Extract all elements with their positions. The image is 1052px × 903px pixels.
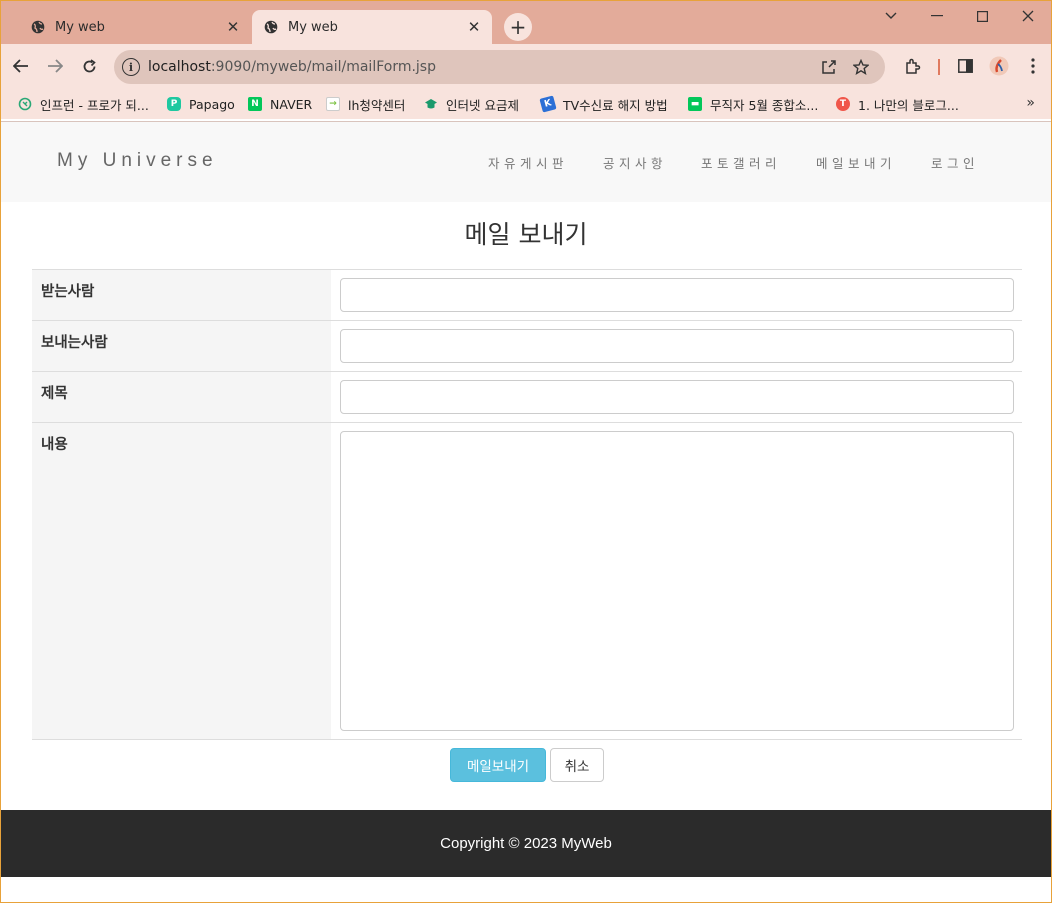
globe-icon (31, 20, 45, 34)
nav-login[interactable]: 로그인 (931, 153, 979, 172)
form-row-content: 내용 (32, 422, 1022, 739)
forward-arrow-icon[interactable] (44, 55, 66, 77)
bookmark-label: 인프런 - 프로가 되... (40, 97, 149, 113)
site-brand[interactable]: My Universe (57, 150, 218, 172)
bookmark-label: 무직자 5월 종합소... (710, 97, 819, 113)
form-row-subject: 제목 (32, 371, 1022, 422)
subject-input[interactable] (340, 380, 1014, 414)
bookmarks-overflow-button[interactable]: » (1026, 95, 1035, 111)
kbs-favicon-icon: K (539, 95, 557, 113)
site-navbar: My Universe 자유게시판 공지사항 포토갤러리 메일보내기 로그인 (1, 122, 1051, 202)
nav-notice[interactable]: 공지사항 (603, 153, 667, 172)
bookmark-label: lh청약센터 (348, 97, 406, 113)
globe-icon (264, 20, 278, 34)
url-text: localhost:9090/myweb/mail/mailForm.jsp (148, 59, 436, 75)
nav-send-mail[interactable]: 메일보내기 (816, 153, 896, 172)
form-row-sender: 보내는사람 (32, 320, 1022, 371)
papago-favicon-icon: P (167, 97, 181, 111)
bookmark-item[interactable]: P Papago (167, 95, 235, 113)
tab-title: My web (55, 19, 105, 35)
bookmark-item[interactable]: ▬ 무직자 5월 종합소... (688, 95, 818, 113)
tab-active[interactable]: My web ✕ (252, 10, 492, 44)
bookmark-label: Papago (189, 96, 235, 112)
maximize-icon[interactable] (967, 7, 997, 25)
send-mail-button[interactable]: 메일보내기 (450, 748, 546, 782)
menu-kebab-icon[interactable] (1022, 55, 1044, 77)
lh-favicon-icon: → (326, 97, 340, 111)
toolbar-divider (938, 59, 940, 75)
naver-favicon-icon: N (248, 97, 262, 111)
bookmarks-bar: 인프런 - 프로가 되... P Papago N NAVER → lh청약센터… (1, 89, 1051, 119)
bookmark-star-icon[interactable] (851, 57, 871, 77)
site-info-icon[interactable]: i (122, 58, 140, 76)
form-bottom-divider (32, 739, 1022, 740)
site-footer: Copyright © 2023 MyWeb (1, 810, 1051, 877)
reload-icon[interactable] (78, 55, 100, 77)
nav-free-board[interactable]: 자유게시판 (488, 153, 568, 172)
bookmark-item[interactable]: N NAVER (248, 95, 312, 113)
form-row-recipient: 받는사람 (32, 269, 1022, 320)
sender-label: 보내는사람 (32, 321, 331, 371)
bookmark-item[interactable]: 인터넷 요금제 (424, 95, 519, 113)
tab-inactive[interactable]: My web ✕ (19, 10, 251, 44)
new-tab-button[interactable]: + (504, 13, 532, 41)
graduation-cap-icon (424, 97, 438, 111)
inflearn-favicon-icon (18, 97, 32, 111)
bookmark-item[interactable]: → lh청약센터 (326, 95, 405, 113)
nav-photo-gallery[interactable]: 포토갤러리 (701, 153, 781, 172)
page-title: 메일 보내기 (464, 220, 588, 249)
window-close-icon[interactable] (1013, 7, 1043, 25)
close-icon[interactable]: ✕ (464, 18, 484, 36)
address-bar[interactable]: i localhost:9090/myweb/mail/mailForm.jsp (114, 50, 885, 84)
bookmark-label: NAVER (270, 96, 313, 112)
browser-toolbar: i localhost:9090/myweb/mail/mailForm.jsp (1, 44, 1051, 89)
naver-blog-favicon-icon: ▬ (688, 97, 702, 111)
bookmark-label: 1. 나만의 블로그... (858, 97, 959, 113)
tistory-favicon-icon: T (836, 97, 850, 111)
minimize-icon[interactable] (922, 7, 952, 25)
subject-label: 제목 (32, 372, 331, 422)
profile-avatar[interactable] (988, 55, 1010, 77)
bookmark-item[interactable]: T 1. 나만의 블로그... (836, 95, 959, 113)
sender-input[interactable] (340, 329, 1014, 363)
share-icon[interactable] (819, 57, 839, 77)
tab-title: My web (288, 19, 338, 35)
recipient-input[interactable] (340, 278, 1014, 312)
bookmark-label: TV수신료 해지 방법 (563, 97, 668, 113)
cancel-button[interactable]: 취소 (550, 748, 604, 782)
copyright-text: Copyright © 2023 MyWeb (440, 835, 612, 852)
content-textarea[interactable] (340, 431, 1014, 731)
bookmark-label: 인터넷 요금제 (446, 97, 519, 113)
tab-search-icon[interactable] (876, 7, 906, 25)
close-icon[interactable]: ✕ (223, 18, 243, 36)
tab-strip: My web ✕ My web ✕ + (1, 1, 1051, 44)
recipient-label: 받는사람 (32, 270, 331, 320)
back-arrow-icon[interactable] (10, 55, 32, 77)
bookmark-item[interactable]: 인프런 - 프로가 되... (18, 95, 149, 113)
bookmark-item[interactable]: K TV수신료 해지 방법 (539, 95, 668, 113)
content-label: 내용 (32, 423, 331, 739)
side-panel-icon[interactable] (954, 55, 976, 77)
extensions-icon[interactable] (901, 55, 923, 77)
